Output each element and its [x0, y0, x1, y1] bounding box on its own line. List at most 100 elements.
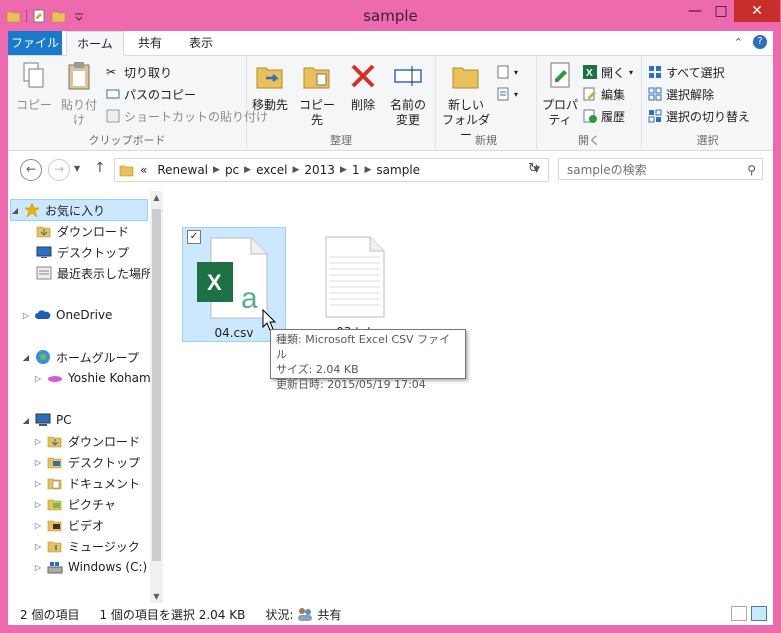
edit-label: 編集: [601, 87, 626, 102]
expand-icon[interactable]: ▷: [34, 479, 42, 488]
history-label: 履歴: [601, 109, 626, 124]
explorer-window: sample — □ ✕ ファイル ホーム 共有 表示 ⌃ ? コピー 貼り付け…: [0, 0, 781, 633]
file-item[interactable]: 03.txt: [302, 227, 406, 342]
nav-item-favorites[interactable]: ◢ お気に入り: [10, 199, 148, 221]
properties-button[interactable]: プロパティ: [537, 60, 583, 128]
nav-item-windows-c[interactable]: ▷ Windows (C:): [34, 557, 147, 577]
up-arrow-icon[interactable]: ↑: [94, 160, 106, 176]
breadcrumb-item[interactable]: 1: [352, 163, 360, 177]
back-button[interactable]: ←: [20, 159, 42, 181]
help-icon[interactable]: ?: [753, 35, 767, 49]
chevron-right-icon[interactable]: ▶: [213, 165, 220, 175]
tab-home[interactable]: ホーム: [66, 31, 124, 57]
edit-button[interactable]: 編集: [583, 84, 625, 104]
navigation-bar: ← → ▼ ↑ « Renewal ▶ pc ▶ excel ▶ 2013 ▶ 1 ▶ s…: [8, 153, 773, 187]
nav-label: デスクトップ: [57, 245, 130, 260]
nav-item-pictures[interactable]: ▷ ピクチャ: [34, 494, 116, 514]
scroll-down-icon[interactable]: ▼: [150, 592, 163, 601]
paste-button[interactable]: 貼り付け: [56, 60, 102, 128]
paste-shortcut-button[interactable]: ショートカットの貼り付け: [106, 106, 268, 126]
easy-access-button[interactable]: ▾: [496, 84, 518, 104]
expand-icon[interactable]: ▷: [34, 542, 42, 551]
breadcrumb-item[interactable]: sample: [376, 163, 420, 177]
nav-item-onedrive[interactable]: ▷ OneDrive: [22, 305, 113, 325]
nav-label: 最近表示した場所: [57, 266, 154, 281]
expand-icon[interactable]: ▷: [34, 437, 42, 446]
expand-icon[interactable]: ▷: [34, 521, 42, 530]
cut-label: 切り取り: [124, 65, 173, 80]
nav-item-user[interactable]: ▷ Yoshie Kohama: [34, 368, 158, 388]
tab-share[interactable]: 共有: [130, 31, 170, 55]
recent-locations-icon[interactable]: ▼: [74, 164, 80, 173]
breadcrumb-overflow[interactable]: «: [140, 163, 147, 177]
cut-button[interactable]: ✂ 切り取り: [106, 62, 172, 82]
copy-to-button[interactable]: コピー先: [295, 60, 339, 128]
nav-item-recent[interactable]: 最近表示した場所: [36, 263, 153, 283]
nav-item-pc-desktop[interactable]: ▷ デスクトップ: [34, 452, 140, 472]
nav-item-music[interactable]: ▷ ミュージック: [34, 536, 140, 556]
breadcrumb-item[interactable]: pc: [225, 163, 239, 177]
paste-label: 貼り付け: [60, 98, 97, 127]
nav-item-videos[interactable]: ▷ ビデオ: [34, 515, 104, 535]
expand-icon[interactable]: ◢: [11, 206, 19, 215]
expand-icon[interactable]: ▷: [22, 311, 30, 320]
nav-item-downloads[interactable]: ダウンロード: [36, 221, 129, 241]
minimize-button[interactable]: —: [682, 0, 708, 22]
search-input[interactable]: sampleの検索 ⚲: [558, 158, 763, 180]
expand-icon[interactable]: ▷: [34, 563, 42, 572]
close-button[interactable]: ✕: [734, 0, 780, 22]
user-icon: [48, 376, 62, 382]
ribbon-collapse-icon[interactable]: ⌃: [734, 36, 743, 49]
expand-icon[interactable]: ◢: [22, 416, 30, 425]
new-group-label: 新規: [475, 134, 497, 147]
rename-button[interactable]: 名前の 変更: [387, 60, 429, 128]
breadcrumb-item[interactable]: 2013: [304, 163, 335, 177]
nav-label: ホームグループ: [56, 350, 139, 365]
large-icons-view-button[interactable]: [751, 606, 767, 621]
tab-file[interactable]: ファイル: [8, 31, 62, 55]
expand-icon[interactable]: ▷: [34, 500, 42, 509]
move-to-button[interactable]: 移動先: [249, 60, 291, 113]
tooltip-size: サイズ: 2.04 KB: [276, 363, 359, 376]
nav-item-homegroup[interactable]: ◢ ホームグループ: [22, 347, 139, 367]
invert-selection-icon: [648, 109, 662, 123]
chevron-right-icon[interactable]: ▶: [340, 165, 347, 175]
new-item-icon: [497, 65, 509, 79]
refresh-icon[interactable]: ↻: [528, 161, 539, 176]
history-button[interactable]: 履歴: [583, 106, 625, 126]
new-folder-button[interactable]: 新しい フォルダー: [440, 60, 492, 143]
select-none-button[interactable]: 選択解除: [648, 84, 714, 104]
nav-label: ダウンロード: [68, 434, 141, 449]
nav-item-pc[interactable]: ◢ PC: [22, 410, 72, 430]
copy-path-button[interactable]: パスのコピー: [106, 84, 196, 104]
new-item-button[interactable]: ▾: [496, 62, 518, 82]
open-button[interactable]: X 開く ▾: [583, 62, 633, 82]
copy-button[interactable]: コピー: [16, 60, 52, 113]
chevron-right-icon[interactable]: ▶: [365, 165, 372, 175]
breadcrumb-item[interactable]: excel: [256, 163, 287, 177]
tab-view[interactable]: 表示: [180, 31, 222, 55]
recent-places-icon: [36, 266, 52, 280]
star-icon: [24, 202, 40, 218]
nav-item-desktop[interactable]: デスクトップ: [36, 242, 129, 262]
forward-button[interactable]: →: [48, 159, 70, 181]
address-bar[interactable]: « Renewal ▶ pc ▶ excel ▶ 2013 ▶ 1 ▶ sample ▼: [114, 158, 549, 182]
breadcrumb-item[interactable]: Renewal: [157, 163, 208, 177]
expand-icon[interactable]: ▷: [34, 458, 42, 467]
delete-button[interactable]: 削除: [343, 60, 383, 113]
expand-icon[interactable]: ▷: [34, 374, 42, 383]
nav-scrollbar[interactable]: ▲ ▼: [150, 191, 163, 603]
maximize-button[interactable]: □: [708, 0, 734, 22]
chevron-right-icon[interactable]: ▶: [244, 165, 251, 175]
nav-item-pc-downloads[interactable]: ▷ ダウンロード: [34, 431, 140, 451]
edit-icon: [583, 87, 596, 101]
expand-icon[interactable]: ◢: [22, 353, 30, 362]
scroll-thumb[interactable]: [152, 209, 161, 561]
invert-selection-button[interactable]: 選択の切り替え: [648, 106, 750, 126]
selection-info: 1 個の項目を選択 2.04 KB: [99, 607, 246, 622]
chevron-right-icon[interactable]: ▶: [292, 165, 299, 175]
scroll-up-icon[interactable]: ▲: [150, 193, 163, 202]
select-all-button[interactable]: すべて選択: [648, 62, 725, 82]
nav-item-documents[interactable]: ▷ ドキュメント: [34, 473, 140, 493]
details-view-button[interactable]: [731, 606, 747, 621]
